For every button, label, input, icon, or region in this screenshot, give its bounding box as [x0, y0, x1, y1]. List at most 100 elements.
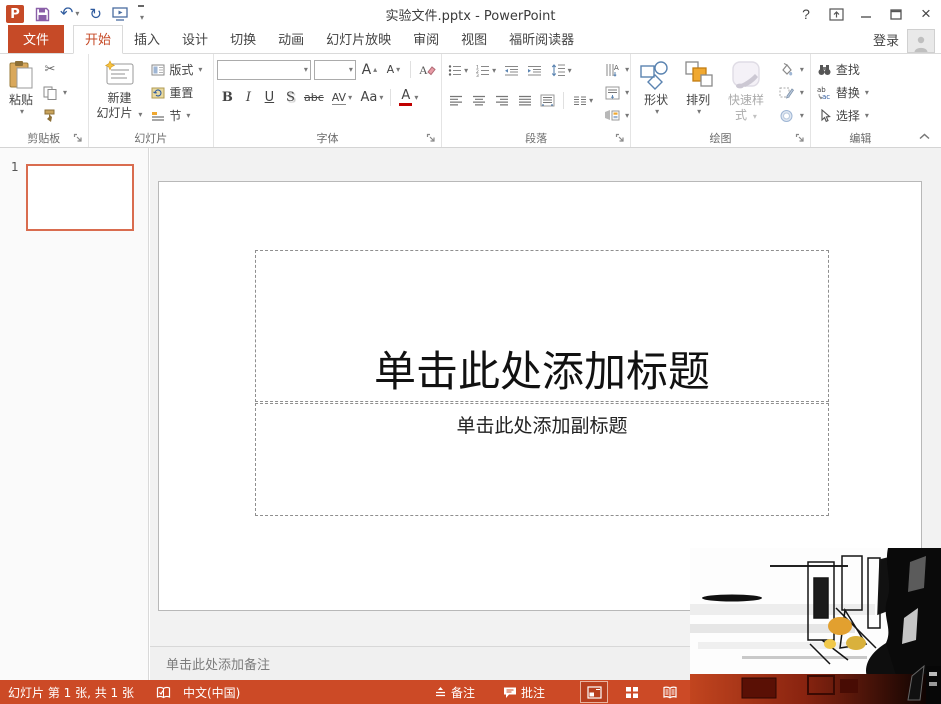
spell-check-button[interactable]	[156, 686, 171, 699]
group-label-drawing: 绘图	[709, 132, 732, 145]
replace-label: 替换	[835, 86, 860, 100]
subtitle-placeholder[interactable]: 单击此处添加副标题	[255, 403, 829, 516]
slides-thumbnail-panel[interactable]: 1	[0, 148, 149, 680]
avatar[interactable]	[907, 29, 935, 53]
tab-transitions[interactable]: 切换	[219, 25, 267, 53]
slide-canvas[interactable]: 单击此处添加标题 单击此处添加副标题	[158, 181, 922, 611]
shape-outline-button[interactable]: ▾	[776, 82, 807, 103]
layout-button[interactable]: 版式 ▾	[147, 59, 205, 80]
paste-button[interactable]: 粘贴 ▾	[3, 57, 39, 119]
format-painter-button[interactable]	[39, 105, 70, 126]
new-slide-button[interactable]: 新建 幻灯片 ▾	[92, 57, 148, 124]
notes-pane[interactable]: 单击此处添加备注	[150, 646, 941, 680]
justify-button[interactable]	[514, 90, 535, 111]
font-size-combobox[interactable]: ▾	[313, 59, 356, 80]
comments-toggle-button[interactable]: 批注	[503, 684, 545, 701]
bold-button[interactable]: B	[217, 87, 238, 108]
customize-qat-button[interactable]: ▾	[134, 2, 148, 26]
increase-indent-button[interactable]	[524, 60, 545, 81]
strikethrough-button[interactable]: abc	[301, 87, 327, 108]
slide-sorter-view-button[interactable]	[619, 682, 645, 702]
find-button[interactable]: 查找	[814, 59, 863, 80]
reading-view-button[interactable]	[657, 682, 683, 702]
save-button[interactable]	[30, 2, 54, 26]
shapes-button[interactable]: 形状 ▾	[634, 57, 678, 119]
maximize-button[interactable]	[881, 1, 911, 27]
change-case-button[interactable]: Aa ▾	[357, 87, 387, 108]
decrease-indent-button[interactable]	[501, 60, 522, 81]
quick-styles-button[interactable]: 快速样式 ▾	[718, 57, 774, 126]
undo-button[interactable]: ↶ ▾	[56, 2, 83, 26]
close-button[interactable]: ×	[911, 1, 941, 27]
clear-formatting-button[interactable]: A	[417, 59, 438, 80]
dialog-launcher-icon[interactable]	[73, 133, 84, 144]
replace-button[interactable]: ab ac 替换 ▾	[814, 82, 872, 103]
tab-design[interactable]: 设计	[171, 25, 219, 53]
notes-toggle-button[interactable]: 备注	[434, 684, 475, 701]
shape-fill-button[interactable]: ▾	[776, 59, 807, 80]
tab-view[interactable]: 视图	[450, 25, 498, 53]
group-label-font: 字体	[316, 132, 339, 145]
normal-view-button[interactable]	[580, 681, 608, 703]
slide-thumbnail-1[interactable]	[26, 164, 134, 231]
distribute-text-button[interactable]	[537, 90, 558, 111]
caret-down-icon: ▾	[655, 107, 660, 116]
text-direction-button[interactable]: A ▾	[601, 59, 632, 80]
underline-button[interactable]: U	[259, 87, 280, 108]
shrink-font-button[interactable]: A ▾	[383, 59, 404, 80]
numbering-button[interactable]: 123 ▾	[473, 60, 499, 81]
font-name-combobox[interactable]: ▾	[216, 59, 311, 80]
tab-review[interactable]: 审阅	[402, 25, 450, 53]
dialog-launcher-icon[interactable]	[795, 133, 806, 144]
align-text-button[interactable]: ▾	[601, 82, 632, 103]
caret-down-icon: ▾	[348, 64, 353, 74]
copy-button[interactable]: ▾	[39, 82, 70, 103]
ribbon-display-options-button[interactable]	[821, 1, 851, 27]
scissors-icon: ✂	[44, 62, 56, 77]
caret-down-icon: ▾	[492, 65, 497, 75]
text-shadow-button[interactable]: S	[280, 87, 301, 108]
section-button[interactable]: 节 ▾	[147, 105, 205, 126]
columns-button[interactable]: ▾	[569, 90, 597, 111]
arrange-icon	[683, 60, 713, 90]
tab-animations[interactable]: 动画	[267, 25, 315, 53]
tab-insert[interactable]: 插入	[123, 25, 171, 53]
section-label: 节	[169, 109, 182, 123]
redo-button[interactable]: ↻	[85, 2, 106, 26]
format-painter-icon	[42, 108, 58, 124]
shape-effects-button[interactable]: ▾	[776, 105, 807, 126]
align-left-button[interactable]	[445, 90, 466, 111]
caret-down-icon: ▾	[799, 64, 804, 74]
minimize-button[interactable]	[851, 1, 881, 27]
title-placeholder[interactable]: 单击此处添加标题	[255, 250, 829, 402]
tab-foxit-reader[interactable]: 福昕阅读器	[498, 25, 585, 53]
select-button[interactable]: 选择 ▾	[814, 105, 872, 126]
help-button[interactable]: ?	[791, 1, 821, 27]
align-center-button[interactable]	[468, 90, 489, 111]
tab-slideshow[interactable]: 幻灯片放映	[315, 25, 402, 53]
language-button[interactable]: 中文(中国)	[183, 684, 240, 701]
caret-up-icon: ▴	[373, 64, 378, 74]
tab-file[interactable]: 文件	[8, 25, 65, 53]
sign-in-button[interactable]: 登录	[865, 26, 907, 53]
italic-button[interactable]: I	[238, 87, 259, 108]
grow-font-button[interactable]: A ▴	[359, 59, 380, 80]
tab-home[interactable]: 开始	[73, 25, 124, 54]
arrange-button[interactable]: 排列 ▾	[678, 57, 718, 119]
cut-button[interactable]: ✂	[39, 59, 70, 80]
group-label-paragraph: 段落	[525, 132, 548, 145]
collapse-ribbon-button[interactable]	[918, 132, 931, 141]
bold-label: B	[221, 90, 233, 105]
bullets-button[interactable]: ▾	[445, 60, 471, 81]
font-color-button[interactable]: A ▾	[394, 87, 424, 108]
character-spacing-button[interactable]: AV ▾	[327, 87, 357, 108]
reset-button[interactable]: 重置	[147, 82, 205, 103]
align-right-button[interactable]	[491, 90, 512, 111]
character-spacing-label: AV	[331, 90, 347, 105]
start-slideshow-button[interactable]	[108, 2, 132, 26]
shape-fill-icon	[779, 62, 795, 78]
dialog-launcher-icon[interactable]	[615, 133, 626, 144]
line-spacing-button[interactable]: ▾	[547, 60, 575, 81]
convert-to-smartart-button[interactable]: ▾	[601, 105, 632, 126]
dialog-launcher-icon[interactable]	[426, 133, 437, 144]
